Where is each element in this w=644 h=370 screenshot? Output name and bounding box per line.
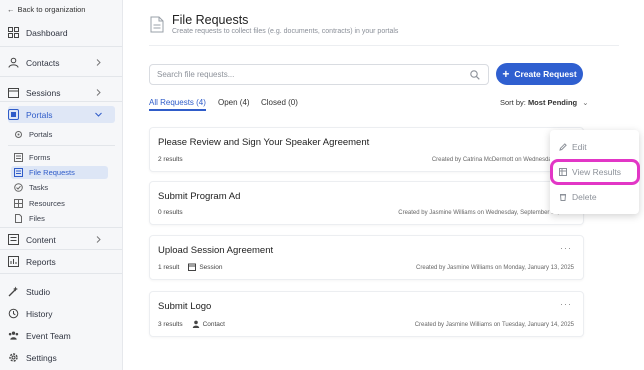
results-count[interactable]: 3 results: [158, 321, 183, 328]
pencil-icon: [559, 143, 567, 151]
divider: [0, 273, 122, 274]
sidebar-item-settings[interactable]: Settings: [8, 349, 115, 366]
more-options-button[interactable]: ···: [560, 243, 572, 253]
request-card[interactable]: Submit Logo ··· 3 results Contact Create…: [149, 291, 584, 337]
more-options-button[interactable]: ···: [560, 299, 572, 309]
grid-icon: [14, 199, 23, 208]
document-icon: [150, 16, 164, 33]
check-circle-icon: [14, 183, 23, 192]
calendar-icon: [8, 87, 19, 98]
reports-icon: [8, 256, 19, 267]
plus-icon: +: [502, 67, 510, 81]
sidebar-item-history[interactable]: History: [8, 305, 115, 322]
divider: [0, 101, 122, 102]
request-title: Upload Session Agreement: [158, 245, 274, 256]
sidebar-item-sessions[interactable]: Sessions: [8, 84, 115, 101]
team-icon: [8, 330, 19, 341]
divider: [0, 227, 122, 228]
request-title: Submit Program Ad: [158, 191, 241, 202]
page-subtitle: Create requests to collect files (e.g. d…: [172, 28, 399, 35]
tab-all-requests[interactable]: All Requests (4): [149, 98, 206, 111]
created-by: Created by Jasmine Williams on Monday, J…: [416, 265, 574, 271]
divider: [149, 45, 619, 46]
search-box: [149, 64, 489, 85]
person-icon: [192, 320, 199, 328]
chevron-right-icon: [96, 236, 101, 243]
gear-icon: [14, 130, 23, 139]
search-input[interactable]: [157, 70, 457, 79]
sidebar-item-studio[interactable]: Studio: [8, 283, 115, 300]
request-title: Submit Logo: [158, 301, 212, 312]
request-tag: Contact: [202, 320, 225, 328]
menu-item-delete[interactable]: Delete: [559, 192, 597, 202]
dashboard-icon: [8, 27, 19, 38]
sidebar-item-content[interactable]: Content: [8, 231, 115, 248]
sidebar-item-dashboard[interactable]: Dashboard: [8, 24, 115, 41]
page-title: File Requests: [172, 13, 249, 27]
divider: [8, 145, 115, 146]
tab-open[interactable]: Open (4): [218, 98, 250, 107]
divider: [0, 249, 122, 250]
chevron-right-icon: [96, 89, 101, 96]
portal-icon: [8, 109, 19, 120]
divider: [0, 46, 122, 47]
history-icon: [8, 308, 19, 319]
chevron-down-icon: [95, 112, 102, 117]
sidebar-subitem-forms[interactable]: Forms: [11, 151, 108, 164]
sidebar-subitem-file-requests[interactable]: File Requests: [11, 166, 108, 179]
request-card[interactable]: Please Review and Sign Your Speaker Agre…: [149, 127, 584, 172]
highlight-annotation: [550, 159, 640, 185]
sidebar-subitem-portals[interactable]: Portals: [11, 128, 108, 141]
chevron-right-icon: [96, 59, 101, 66]
request-card[interactable]: Upload Session Agreement ··· 1 result Se…: [149, 235, 584, 280]
sidebar-subitem-tasks[interactable]: Tasks: [11, 181, 108, 194]
back-to-organization-link[interactable]: ← Back to organization: [7, 5, 85, 14]
content-icon: [8, 234, 19, 245]
menu-item-edit[interactable]: Edit: [559, 142, 587, 152]
create-request-button[interactable]: + Create Request: [496, 63, 583, 85]
sidebar-subitem-files[interactable]: Files: [11, 212, 108, 225]
request-tag: Session: [199, 263, 223, 271]
file-request-icon: [14, 168, 23, 177]
created-by: Created by Jasmine Williams on Wednesday…: [398, 210, 574, 216]
sidebar-subitem-resources[interactable]: Resources: [11, 197, 108, 210]
tab-closed[interactable]: Closed (0): [261, 98, 298, 107]
sort-dropdown[interactable]: Sort by: Most Pending ⌄: [500, 98, 589, 107]
divider: [0, 76, 122, 77]
chevron-down-icon: ⌄: [582, 98, 589, 107]
sidebar-item-contacts[interactable]: Contacts: [8, 54, 115, 71]
trash-icon: [559, 194, 567, 201]
person-icon: [8, 57, 19, 68]
sidebar: ← Back to organization Dashboard Contact…: [0, 0, 123, 370]
studio-icon: [8, 286, 19, 297]
search-icon[interactable]: [470, 70, 480, 80]
calendar-icon: [188, 263, 197, 271]
sidebar-item-reports[interactable]: Reports: [8, 253, 115, 270]
results-count[interactable]: 0 results: [158, 209, 183, 216]
created-by: Created by Jasmine Williams on Tuesday, …: [414, 322, 574, 328]
sidebar-item-portals[interactable]: Portals: [8, 106, 115, 123]
file-icon: [14, 214, 23, 223]
request-card[interactable]: Submit Program Ad 0 results Created by J…: [149, 181, 584, 225]
results-count[interactable]: 2 results: [158, 156, 183, 163]
form-icon: [14, 153, 23, 162]
gear-icon: [8, 352, 19, 363]
arrow-left-icon: ←: [7, 5, 15, 14]
results-count[interactable]: 1 result: [158, 264, 179, 271]
sidebar-item-event-team[interactable]: Event Team: [8, 327, 115, 344]
request-title: Please Review and Sign Your Speaker Agre…: [158, 137, 370, 148]
